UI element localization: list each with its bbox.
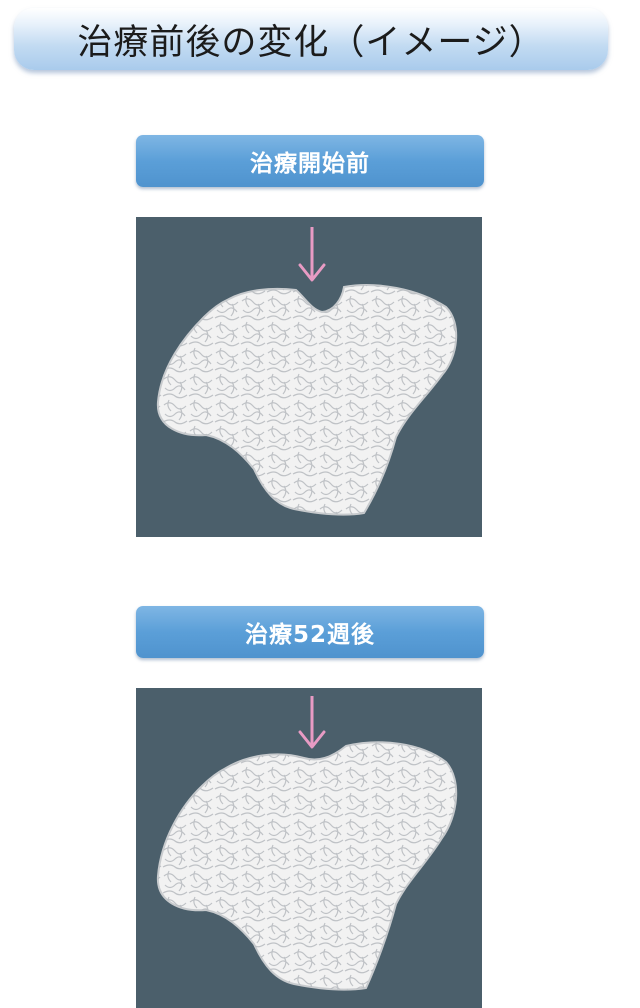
label-after-treatment: 治療52週後 — [136, 606, 484, 658]
pink-arrow-icon — [298, 227, 326, 282]
label-after-treatment-text: 治療52週後 — [244, 622, 375, 648]
image-after-treatment — [136, 688, 482, 1008]
bone-after-shape — [156, 741, 458, 991]
label-before-treatment: 治療開始前 — [136, 135, 484, 187]
label-before-treatment-text: 治療開始前 — [250, 151, 370, 177]
page-title: 治療前後の変化（イメージ） — [77, 22, 545, 63]
bone-before-shape — [156, 284, 458, 516]
bone-before-graphic — [156, 227, 458, 516]
bone-after-graphic — [156, 696, 458, 991]
title-banner: 治療前後の変化（イメージ） — [14, 8, 608, 70]
pink-arrow-icon — [298, 696, 326, 749]
image-before-treatment — [136, 217, 482, 537]
